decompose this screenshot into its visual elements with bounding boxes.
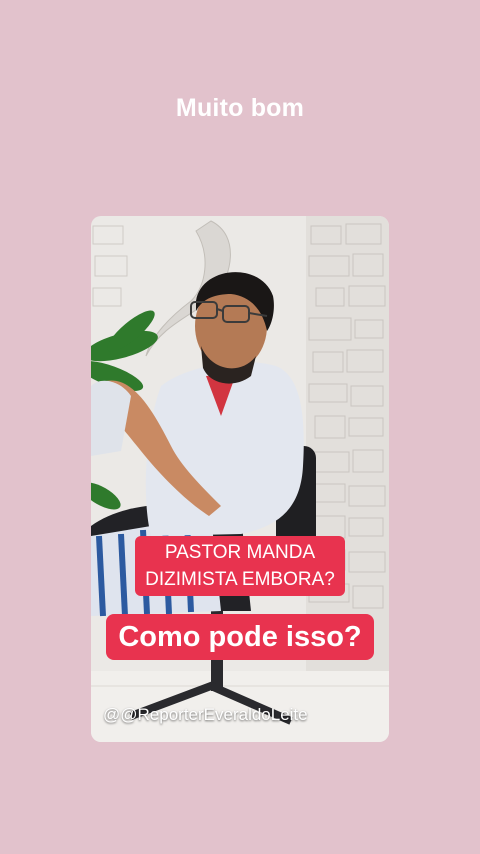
subheadline-box: Como pode isso? [91,614,389,660]
headline-line-1: PASTOR MANDA [164,542,316,563]
video-frame[interactable]: PASTOR MANDA DIZIMISTA EMBORA? Como pode… [91,216,389,742]
headline-box: PASTOR MANDA DIZIMISTA EMBORA? [91,536,389,596]
headline-pill: PASTOR MANDA DIZIMISTA EMBORA? [135,536,345,596]
creator-handle[interactable]: @@ReporterEveraldoLeite [103,705,308,725]
video-scene [91,216,389,742]
headline-line-2: DIZIMISTA EMBORA? [145,569,335,590]
subheadline-pill: Como pode isso? [106,614,374,660]
story-caption: Muito bom [175,94,305,122]
